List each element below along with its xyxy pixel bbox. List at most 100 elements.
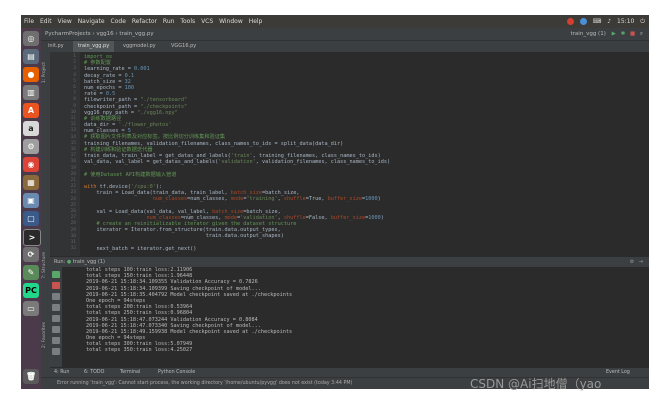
project-tool-button[interactable]: 1: Project (42, 62, 47, 83)
terminal-tool-tab[interactable]: Terminal (120, 368, 140, 377)
archive-manager-icon[interactable]: ▦ (23, 175, 39, 190)
code-token: './flower_photos' (118, 122, 172, 129)
code-token: num_classes (152, 196, 188, 203)
menu-navigate[interactable]: Navigate (78, 18, 105, 25)
close-run-icon[interactable] (52, 348, 60, 355)
line-number: 32 (70, 246, 76, 252)
code-token: "./checkpoints" (140, 103, 188, 110)
remmina-icon[interactable]: ▣ (23, 193, 39, 208)
files-icon[interactable]: ▤ (23, 49, 39, 64)
pause-icon[interactable] (52, 293, 60, 300)
console-line: total steps 350:train loss:4.25027 (86, 347, 193, 354)
code-area[interactable]: import os # 参数配置 learning_rate = 0.001 deca… (84, 54, 644, 252)
terminal-icon[interactable]: > (23, 229, 41, 246)
power-icon[interactable]: ⏻ (640, 18, 645, 25)
code-line[interactable]: next_batch = iterator.get_next() (84, 246, 644, 252)
run-icon[interactable]: ▶ (612, 31, 616, 37)
run-tool-tab[interactable]: 4: Run (54, 368, 69, 377)
code-token: training_filenames, validation_filenames… (84, 140, 344, 147)
chrome-icon[interactable]: ◉ (23, 157, 39, 172)
network-icon[interactable] (579, 18, 587, 25)
code-token: # 参数配置 (84, 60, 111, 67)
code-token: # 训练数据路径 (84, 115, 122, 122)
menu-window[interactable]: Window (219, 18, 243, 25)
drive-icon[interactable]: ▭ (23, 301, 39, 316)
code-token: train = Load_data(train_data, train_labe… (84, 190, 231, 197)
code-token: # create an reinitializable iterator giv… (84, 221, 297, 228)
image-viewer-icon[interactable]: ▢ (23, 211, 39, 226)
code-token: 32 (124, 78, 131, 85)
print-icon[interactable] (52, 326, 60, 333)
code-token: data_dir = (84, 122, 119, 129)
crumb-project[interactable]: PycharmProjects (45, 31, 91, 37)
debug-icon[interactable]: ✱ (621, 31, 626, 37)
menu-file[interactable]: File (24, 18, 34, 25)
menu-run[interactable]: Run (163, 18, 175, 25)
amazon-icon[interactable]: a (23, 121, 39, 136)
code-editor[interactable]: 1 2 3 4 5 6 7 8 9 10 11 12 13 14 15 16 17 18 19 20 21 22 23 24 2… (50, 52, 649, 256)
menu-code[interactable]: Code (111, 18, 126, 25)
code-token: num_epochs = (84, 84, 125, 91)
text-editor-icon[interactable]: ✎ (23, 265, 39, 280)
code-token: iterator = Iterator.from_structure(train… (84, 227, 281, 234)
search-icon[interactable]: ⌕ (640, 31, 643, 37)
stop-run-icon[interactable] (52, 282, 60, 289)
favorites-tool-button[interactable]: 2: Favorites (42, 322, 47, 348)
crumb-folder[interactable]: vgg16 (96, 31, 113, 37)
run-toolbar: train_vgg (1) ▶ ✱ ■ ⌕ (571, 28, 643, 40)
code-token: =False, (305, 214, 331, 221)
code-token: 0.001 (133, 66, 150, 73)
stop-icon[interactable]: ■ (630, 31, 635, 37)
menu-view[interactable]: View (58, 18, 72, 25)
code-token: "./vgg16.npy" (137, 109, 178, 116)
settings-icon[interactable]: ⚙ (630, 259, 634, 265)
run-config-selector[interactable]: train_vgg (1) (571, 31, 606, 37)
keyboard-icon[interactable]: ⌨ (593, 18, 602, 25)
trash-icon[interactable]: 🗑 (23, 369, 39, 384)
menu-refactor[interactable]: Refactor (132, 18, 157, 25)
code-token: , training_filenames, class_names_to_ids… (252, 153, 381, 159)
status-message[interactable]: Error running 'train_vgg': Cannot start … (57, 378, 352, 389)
structure-tool-button[interactable]: 7: Structure (42, 252, 47, 279)
code-token: val = Load_data(val_data, val_label, (84, 208, 213, 215)
firefox-icon[interactable]: ● (23, 67, 39, 82)
code-token: mode (230, 196, 244, 203)
code-token: learning_rate = (84, 66, 134, 73)
updater-icon[interactable]: ⟳ (23, 247, 39, 262)
code-token: 1000 (368, 214, 381, 221)
code-token: '/cpu:0' (130, 183, 156, 190)
clock[interactable]: 15:10 (617, 18, 634, 25)
code-token: =num_classes, (187, 196, 231, 203)
code-token: batch_size = (84, 78, 125, 85)
event-log-tool-tab[interactable]: Event Log (606, 368, 630, 377)
system-settings-icon[interactable]: ⚙ (23, 139, 39, 154)
hide-panel-icon[interactable]: ⇥ (639, 259, 643, 265)
dash-icon[interactable]: ◎ (23, 31, 39, 46)
python-console-tool-tab[interactable]: Python Console (158, 368, 195, 377)
code-token: shuffle (283, 214, 306, 221)
libreoffice-writer-icon[interactable]: ▥ (23, 85, 39, 100)
pycharm-icon[interactable]: PC (23, 283, 39, 298)
volume-icon[interactable]: ♪ (607, 18, 611, 25)
clear-all-icon[interactable] (52, 337, 60, 344)
menu-vcs[interactable]: VCS (201, 18, 213, 25)
menu-tools[interactable]: Tools (180, 18, 195, 25)
software-center-icon[interactable]: A (23, 103, 39, 118)
rerun-icon[interactable] (52, 271, 60, 278)
tab-vgg16[interactable]: VGG16.py (166, 41, 201, 52)
crumb-file[interactable]: train_vgg.py (119, 31, 153, 37)
editor-tabs: init.py train_vgg.py vggmodel.py VGG16.p… (41, 41, 649, 52)
tab-train-vgg[interactable]: train_vgg.py (73, 41, 115, 52)
soft-wrap-icon[interactable] (52, 315, 60, 322)
tab-vggmodel[interactable]: vggmodel.py (118, 41, 161, 52)
menu-edit[interactable]: Edit (40, 18, 52, 25)
code-token: ) (377, 196, 381, 203)
tab-init[interactable]: init.py (43, 41, 69, 52)
menu-help[interactable]: Help (249, 18, 263, 25)
sogou-icon[interactable] (566, 18, 574, 25)
scroll-to-end-icon[interactable] (52, 304, 60, 311)
run-tab-name[interactable]: train_vgg (1) (73, 259, 105, 265)
run-console[interactable]: total steps 100:train loss:2.11906 total … (62, 267, 649, 368)
todo-tool-tab[interactable]: 6: TODO (84, 368, 104, 377)
